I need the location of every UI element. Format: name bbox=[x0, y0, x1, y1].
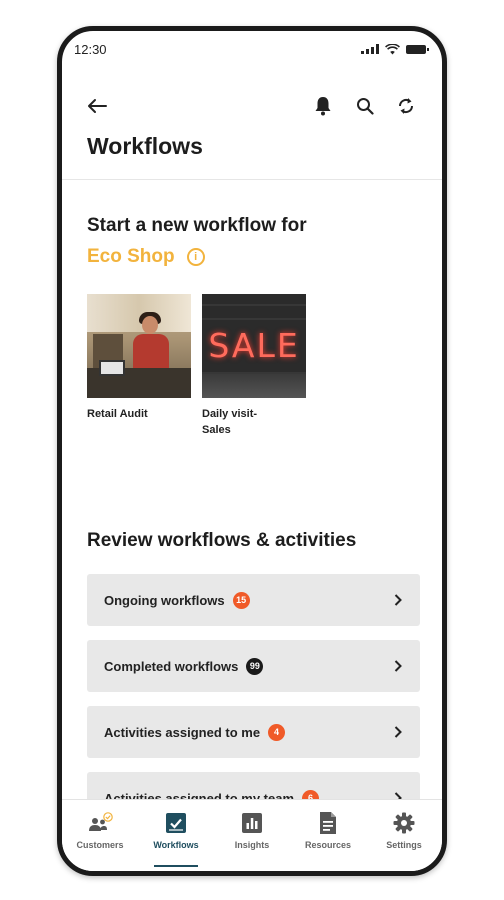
nav-label: Workflows bbox=[153, 840, 199, 850]
status-bar: 12:30 bbox=[62, 31, 442, 67]
count-badge: 4 bbox=[268, 723, 286, 741]
nav-label: Resources bbox=[304, 840, 352, 850]
page-title: Workflows bbox=[87, 133, 203, 159]
nav-item-workflows[interactable]: Workflows bbox=[140, 810, 212, 871]
search-icon bbox=[357, 98, 374, 115]
new-workflow-heading: Start a new workflow for bbox=[87, 215, 307, 236]
review-item-label: Ongoing workflows bbox=[104, 592, 225, 608]
review-item-ongoing-workflows[interactable]: Ongoing workflows 15 bbox=[87, 574, 420, 626]
workflow-card-label: Daily visit- Sales bbox=[202, 408, 258, 436]
workflow-card-retail-audit[interactable]: Retail Audit bbox=[87, 294, 191, 422]
review-item-completed-workflows[interactable]: Completed workflows 99 bbox=[87, 640, 420, 692]
resources-icon bbox=[315, 810, 341, 836]
status-icons bbox=[361, 43, 429, 55]
nav-item-insights[interactable]: Insights bbox=[216, 810, 288, 871]
back-button[interactable] bbox=[84, 93, 110, 119]
review-heading: Review workflows & activities bbox=[87, 530, 357, 551]
nav-label: Customers bbox=[76, 840, 124, 850]
info-icon[interactable]: i bbox=[186, 248, 205, 266]
status-time: 12:30 bbox=[74, 41, 107, 57]
top-app-bar bbox=[62, 91, 442, 121]
customers-icon bbox=[87, 810, 113, 836]
search-button[interactable] bbox=[352, 93, 378, 119]
workflows-icon bbox=[163, 810, 189, 836]
phone-frame: 12:30 Workflows Start a new workflow for… bbox=[57, 26, 447, 876]
insights-icon bbox=[239, 810, 265, 836]
sync-button[interactable] bbox=[393, 93, 419, 119]
bell-icon bbox=[315, 97, 331, 116]
bottom-navigation: Customers Workflows Insights Resources S… bbox=[62, 799, 442, 871]
workflow-card-label: Retail Audit bbox=[87, 408, 148, 420]
workflow-card-daily-visit-sales[interactable]: SALE Daily visit- Sales bbox=[202, 294, 306, 438]
review-item-label: Activities assigned to me bbox=[104, 724, 261, 740]
header-divider bbox=[62, 179, 442, 180]
nav-item-settings[interactable]: Settings bbox=[368, 810, 440, 871]
chevron-right-icon bbox=[392, 660, 404, 672]
sale-neon-sign-photo: SALE bbox=[202, 294, 306, 398]
notifications-button[interactable] bbox=[310, 93, 336, 119]
nav-label: Insights bbox=[234, 840, 270, 850]
nav-item-resources[interactable]: Resources bbox=[292, 810, 364, 871]
nav-label: Settings bbox=[386, 840, 422, 850]
chevron-right-icon bbox=[392, 594, 404, 606]
shop-selector[interactable]: Eco Shop i bbox=[87, 246, 205, 268]
gear-icon bbox=[391, 810, 417, 836]
arrow-left-icon bbox=[88, 99, 107, 113]
review-item-activities-assigned-to-me[interactable]: Activities assigned to me 4 bbox=[87, 706, 420, 758]
shop-name: Eco Shop bbox=[87, 246, 175, 267]
battery-icon bbox=[406, 44, 429, 54]
retail-store-photo bbox=[87, 294, 191, 398]
chevron-right-icon bbox=[392, 726, 404, 738]
sale-sign-text: SALE bbox=[208, 326, 300, 365]
wifi-icon bbox=[385, 43, 400, 54]
review-item-label: Completed workflows bbox=[104, 658, 239, 674]
signal-icon bbox=[361, 44, 379, 54]
nav-item-customers[interactable]: Customers bbox=[64, 810, 136, 871]
count-badge: 15 bbox=[232, 591, 250, 609]
count-badge: 99 bbox=[246, 657, 264, 675]
sync-icon bbox=[398, 98, 414, 114]
